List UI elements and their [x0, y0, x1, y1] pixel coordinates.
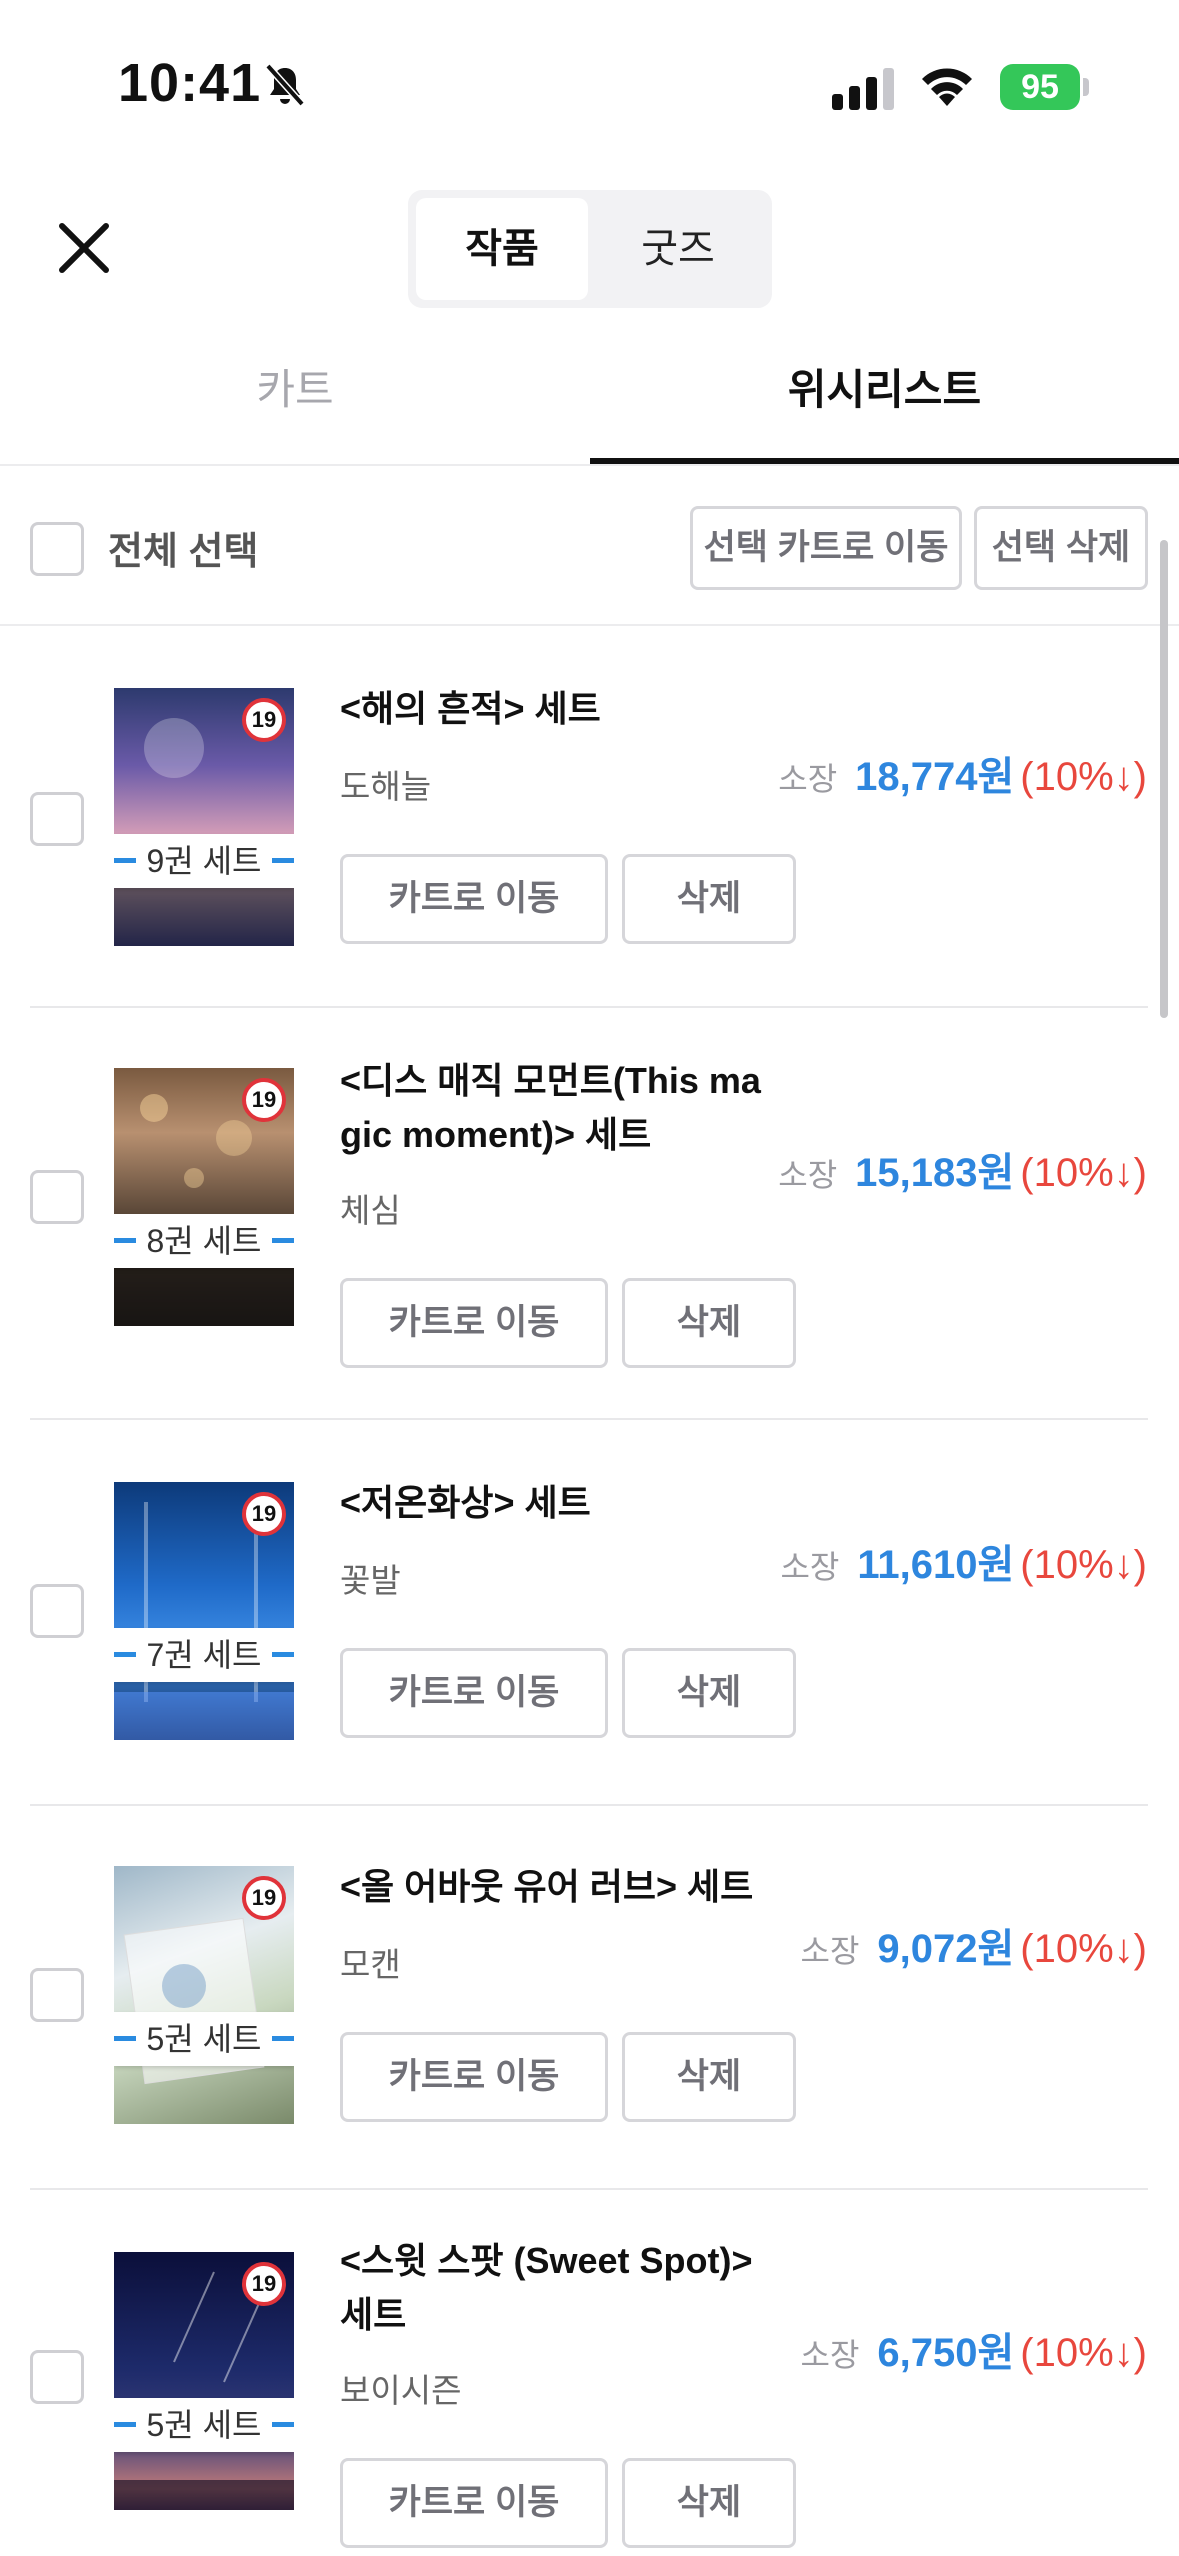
set-count-label: 7권 세트: [114, 1628, 294, 1682]
battery-icon: 95: [1000, 64, 1090, 110]
divider: [0, 624, 1179, 626]
age-rating-badge: 19: [242, 1078, 286, 1122]
item-title[interactable]: <해의 흔적> 세트: [340, 682, 780, 736]
item-author[interactable]: 보이시즌: [340, 2364, 461, 2412]
divider: [0, 464, 1179, 466]
item-author[interactable]: 꽃발: [340, 1554, 401, 1602]
item-checkbox[interactable]: [30, 1170, 84, 1224]
divider: [30, 2188, 1148, 2190]
status-bar: 10:41 95: [0, 0, 1179, 170]
item-title[interactable]: <저온화상> 세트: [340, 1476, 780, 1530]
book-cover[interactable]: 19 7권 세트: [114, 1482, 294, 1740]
item-author[interactable]: 체심: [340, 1184, 401, 1232]
book-cover[interactable]: 19 9권 세트: [114, 688, 294, 946]
price-label: 소장: [778, 761, 838, 797]
item-price-row: 소장 11,610원 (10%↓): [780, 1532, 1147, 1590]
item-checkbox[interactable]: [30, 1968, 84, 2022]
item-price: 11,610원: [857, 1543, 1015, 1587]
age-rating-badge: 19: [242, 2262, 286, 2306]
divider: [30, 1418, 1148, 1420]
segment-works[interactable]: 작품: [416, 198, 588, 300]
item-discount: (10%↓): [1020, 1927, 1147, 1971]
item-author[interactable]: 모캔: [340, 1938, 401, 1986]
item-price-row: 소장 18,774원 (10%↓): [778, 744, 1147, 802]
close-icon[interactable]: [48, 212, 120, 284]
book-cover[interactable]: 19 5권 세트: [114, 1866, 294, 2124]
move-to-cart-button[interactable]: 카트로 이동: [340, 2032, 608, 2122]
segment-goods[interactable]: 굿즈: [592, 198, 764, 300]
cellular-signal-icon: [832, 68, 894, 110]
divider: [30, 1804, 1148, 1806]
set-count-label: 9권 세트: [114, 834, 294, 888]
move-to-cart-button[interactable]: 카트로 이동: [340, 1278, 608, 1368]
status-time: 10:41: [118, 53, 262, 113]
delete-button[interactable]: 삭제: [622, 854, 796, 944]
book-cover[interactable]: 19 8권 세트: [114, 1068, 294, 1326]
item-discount: (10%↓): [1020, 1543, 1147, 1587]
item-discount: (10%↓): [1020, 2331, 1147, 2375]
set-count-label: 8권 세트: [114, 1214, 294, 1268]
item-discount: (10%↓): [1020, 755, 1147, 799]
item-discount: (10%↓): [1020, 1151, 1147, 1195]
category-segmented-control: 작품 굿즈: [408, 190, 772, 308]
item-price-row: 소장 15,183원 (10%↓): [778, 1140, 1147, 1198]
delete-button[interactable]: 삭제: [622, 2032, 796, 2122]
price-label: 소장: [780, 1549, 840, 1585]
item-price: 9,072원: [877, 1927, 1015, 1971]
item-title[interactable]: <스윗 스팟 (Sweet Spot)> 세트: [340, 2234, 780, 2342]
delete-button[interactable]: 삭제: [622, 2458, 796, 2548]
scrollbar[interactable]: [1160, 540, 1168, 1018]
age-rating-badge: 19: [242, 698, 286, 742]
move-to-cart-button[interactable]: 카트로 이동: [340, 1648, 608, 1738]
delete-button[interactable]: 삭제: [622, 1278, 796, 1368]
item-checkbox[interactable]: [30, 2350, 84, 2404]
item-price: 15,183원: [855, 1151, 1015, 1195]
divider: [30, 1006, 1148, 1008]
age-rating-badge: 19: [242, 1492, 286, 1536]
battery-level: 95: [1000, 64, 1080, 110]
delete-button[interactable]: 삭제: [622, 1648, 796, 1738]
select-all-label: 전체 선택: [108, 531, 259, 573]
age-rating-badge: 19: [242, 1876, 286, 1920]
set-count-label: 5권 세트: [114, 2398, 294, 2452]
wifi-icon: [922, 68, 972, 106]
item-price: 18,774원: [855, 755, 1015, 799]
select-all-checkbox[interactable]: [30, 522, 84, 576]
tab-wishlist[interactable]: 위시리스트: [590, 350, 1179, 460]
item-price: 6,750원: [877, 2331, 1015, 2375]
move-selected-to-cart-button[interactable]: 선택 카트로 이동: [690, 506, 962, 590]
item-checkbox[interactable]: [30, 1584, 84, 1638]
item-author[interactable]: 도해늘: [340, 760, 431, 808]
item-price-row: 소장 6,750원 (10%↓): [801, 2320, 1148, 2378]
bell-muted-icon: [265, 63, 305, 107]
price-label: 소장: [778, 1157, 838, 1193]
item-checkbox[interactable]: [30, 792, 84, 846]
move-to-cart-button[interactable]: 카트로 이동: [340, 854, 608, 944]
book-cover[interactable]: 19 5권 세트: [114, 2252, 294, 2510]
price-label: 소장: [800, 1933, 860, 1969]
tab-cart[interactable]: 카트: [0, 350, 590, 460]
item-price-row: 소장 9,072원 (10%↓): [801, 1916, 1148, 1974]
price-label: 소장: [800, 2337, 860, 2373]
item-title[interactable]: <올 어바웃 유어 러브> 세트: [340, 1860, 780, 1914]
item-title[interactable]: <디스 매직 모먼트(This ma gic moment)> 세트: [340, 1054, 780, 1162]
delete-selected-button[interactable]: 선택 삭제: [974, 506, 1148, 590]
set-count-label: 5권 세트: [114, 2012, 294, 2066]
move-to-cart-button[interactable]: 카트로 이동: [340, 2458, 608, 2548]
